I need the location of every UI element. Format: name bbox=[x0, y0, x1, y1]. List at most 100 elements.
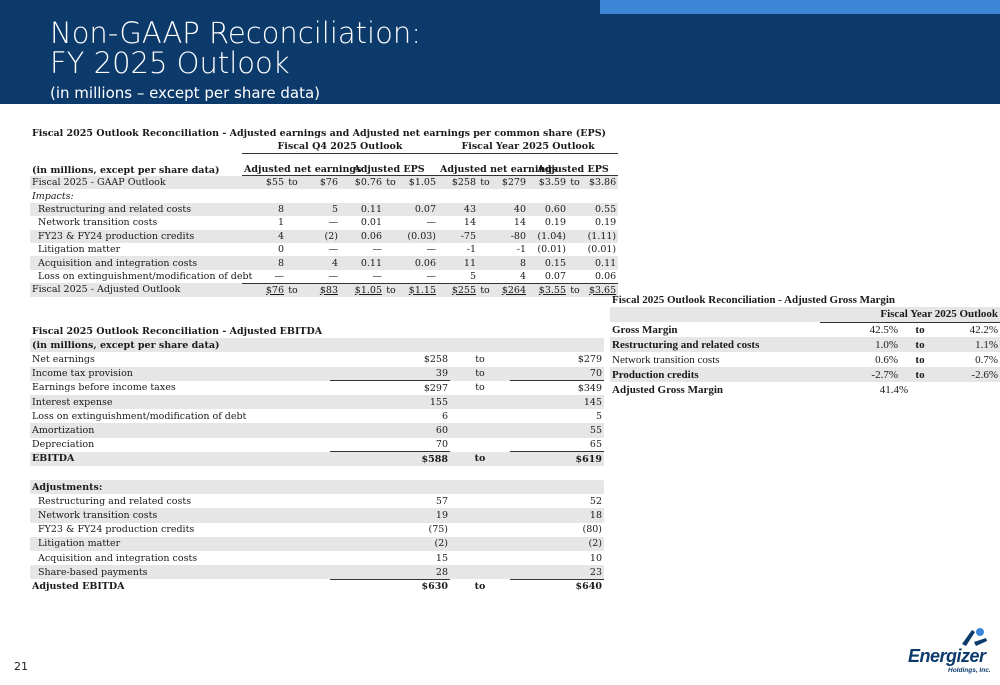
cell: -2.6% bbox=[940, 367, 1000, 382]
to-label: to bbox=[474, 580, 486, 592]
cell: 0.7% bbox=[975, 353, 998, 366]
cell: (1.11) bbox=[582, 229, 619, 243]
row-label: Amortization bbox=[30, 423, 330, 438]
row-label: Share-based payments bbox=[30, 565, 330, 580]
eps-caption: Fiscal 2025 Outlook Reconciliation - Adj… bbox=[32, 128, 607, 140]
to-label: to bbox=[384, 283, 398, 297]
row-label: Production credits bbox=[610, 367, 820, 382]
cell: 0.11 bbox=[340, 256, 384, 270]
title-line-2: FY 2025 Outlook bbox=[50, 46, 290, 80]
cell: — bbox=[328, 217, 339, 229]
table-row: Net earnings $258 to $279 bbox=[30, 352, 604, 366]
cell: (0.03) bbox=[398, 229, 438, 243]
cell: 0.11 bbox=[582, 256, 619, 270]
row-label: Gross Margin bbox=[612, 323, 678, 336]
cell: — bbox=[340, 269, 384, 284]
cell: 0.06 bbox=[582, 269, 619, 284]
cell: 5 bbox=[438, 269, 478, 284]
cell: 0.07 bbox=[528, 269, 568, 284]
cell: 0.60 bbox=[528, 202, 568, 217]
cell: $3.86 bbox=[582, 175, 619, 190]
cell: $55 bbox=[242, 175, 286, 190]
cell: 57 bbox=[435, 495, 448, 507]
cell: 15 bbox=[435, 552, 448, 564]
cell: $0.76 bbox=[340, 175, 384, 190]
cell: 60 bbox=[330, 423, 450, 438]
table-row: Litigation matter 0 — — — -1 -1 (0.01) (0.01… bbox=[30, 243, 618, 256]
row-label: Income tax provision bbox=[30, 366, 330, 381]
cell: (2) bbox=[510, 536, 604, 551]
cell: 42.5% bbox=[869, 323, 898, 336]
cell: 19 bbox=[330, 508, 450, 523]
cell: 0.19 bbox=[595, 217, 617, 229]
cell: 14 bbox=[513, 217, 526, 229]
table-row: Interest expense 155 145 bbox=[30, 394, 604, 410]
to-label: to bbox=[900, 337, 940, 352]
table-row: Gross Margin 42.5% to 42.2% bbox=[610, 322, 1000, 337]
cell: 10 bbox=[589, 552, 602, 564]
cell: 0.06 bbox=[398, 256, 438, 270]
cell: $76 bbox=[300, 175, 340, 190]
cell: $264 bbox=[492, 283, 528, 297]
title-line-1: Non-GAAP Reconciliation: bbox=[50, 16, 421, 50]
cell: 18 bbox=[510, 508, 604, 523]
cell: 6 bbox=[441, 410, 448, 422]
row-label: EBITDA bbox=[30, 451, 330, 466]
row-label: Restructuring and related costs bbox=[610, 337, 820, 352]
cell: $258 bbox=[423, 353, 448, 365]
cell: 8 bbox=[242, 256, 286, 270]
to-label: to bbox=[915, 353, 925, 366]
table-row: Restructuring and related costs 1.0% to 1.1… bbox=[610, 337, 1000, 352]
page-number: 21 bbox=[14, 660, 28, 673]
cell: -1 bbox=[466, 244, 476, 256]
gaap-outlook-row: Fiscal 2025 - GAAP Outlook $55 to $76 $0.7… bbox=[30, 175, 619, 190]
row-label: Restructuring and related costs bbox=[38, 495, 192, 507]
row-label: Fiscal 2025 - GAAP Outlook bbox=[30, 175, 242, 190]
cell: (1.04) bbox=[528, 229, 568, 243]
cell: -1 bbox=[516, 244, 526, 256]
to-label: to bbox=[478, 283, 492, 297]
to-label: to bbox=[900, 367, 940, 382]
cell: 39 bbox=[330, 366, 450, 381]
cell: 40 bbox=[492, 202, 528, 217]
row-label: Network transition costs bbox=[30, 508, 330, 523]
cell: (0.01) bbox=[587, 244, 617, 256]
to-label: to bbox=[450, 366, 510, 381]
cell: 0 bbox=[277, 244, 284, 256]
q4-net-earnings-header: Adjusted net earnings bbox=[242, 153, 361, 177]
cell: -75 bbox=[438, 229, 478, 243]
cell: (75) bbox=[428, 524, 448, 536]
row-label-header: (in millions, except per share data) bbox=[30, 338, 604, 353]
row-label: Acquisition and integration costs bbox=[38, 552, 198, 564]
ebitda-total-row: EBITDA $588 to $619 bbox=[30, 451, 604, 466]
to-label bbox=[450, 438, 510, 452]
to-label: to bbox=[286, 175, 300, 190]
cell: 28 bbox=[330, 565, 450, 580]
cell: 23 bbox=[510, 565, 604, 580]
row-label: Restructuring and related costs bbox=[30, 202, 242, 217]
cell: 0.07 bbox=[398, 202, 438, 217]
to-label: to bbox=[286, 283, 300, 297]
table-row: Production credits -2.7% to -2.6% bbox=[610, 367, 1000, 382]
cell: $640 bbox=[510, 578, 604, 594]
cell: 8 bbox=[492, 256, 528, 270]
table-row: Depreciation 70 65 bbox=[30, 438, 604, 452]
cell: 5 bbox=[595, 410, 602, 422]
row-label: Fiscal 2025 - Adjusted Outlook bbox=[30, 283, 242, 297]
cell: 1 bbox=[277, 217, 284, 229]
gross-margin-header: Fiscal Year 2025 Outlook bbox=[820, 307, 1000, 323]
row-label: Adjusted Gross Margin bbox=[612, 383, 724, 396]
cell: (2) bbox=[300, 229, 340, 243]
cell: $619 bbox=[510, 451, 604, 466]
table-row: Network transition costs 19 18 bbox=[30, 508, 604, 523]
cell: 65 bbox=[589, 438, 602, 450]
cell: $3.55 bbox=[528, 283, 568, 297]
cell: $279 bbox=[492, 175, 528, 190]
eps-reconciliation-table: Fiscal 2025 Outlook Reconciliation - Adj… bbox=[30, 127, 619, 297]
cell: $258 bbox=[438, 175, 478, 190]
gross-margin-table: Fiscal 2025 Outlook Reconciliation - Adj… bbox=[610, 292, 1000, 397]
table-row: Loss on extinguishment/modification of d… bbox=[30, 409, 604, 423]
row-label: Litigation matter bbox=[30, 536, 330, 551]
adjusted-outlook-row: Fiscal 2025 - Adjusted Outlook $76 to $83 … bbox=[30, 283, 619, 297]
table-row: Network transition costs 0.6% to 0.7% bbox=[610, 352, 1000, 367]
